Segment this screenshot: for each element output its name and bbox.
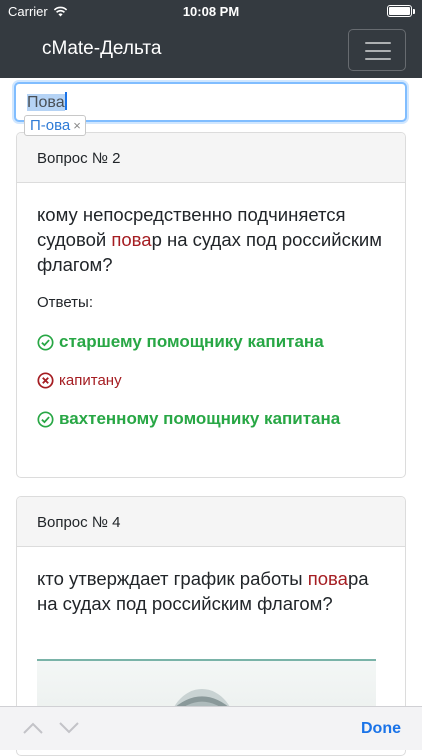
- search-suggestion-chip[interactable]: П-ова ×: [24, 115, 86, 136]
- question-text: кому непосредственно подчиняется судовой…: [37, 202, 385, 277]
- answer-text: старшему помощнику капитана: [59, 332, 324, 351]
- keyboard-accessory-bar: Done: [0, 706, 422, 750]
- search-text[interactable]: Пова: [27, 92, 67, 112]
- search-highlight: пова: [111, 229, 152, 250]
- chevron-up-icon[interactable]: [22, 719, 44, 737]
- status-bar: Carrier 10:08 PM: [0, 0, 422, 22]
- hamburger-icon-line: [365, 58, 391, 60]
- text-caret: [64, 92, 67, 110]
- question-card: Вопрос № 2 кому непосредственно подчиняе…: [16, 132, 406, 478]
- answers-label: Ответы:: [37, 294, 94, 311]
- question-number: Вопрос № 4: [17, 497, 405, 547]
- chip-label: П-ова: [30, 117, 71, 134]
- card-body: кто утверждает график работы повара на с…: [17, 547, 405, 616]
- menu-toggle-button[interactable]: [348, 29, 406, 71]
- battery-icon: [387, 5, 415, 17]
- navbar: cMate-Дельта: [0, 22, 422, 78]
- card-body: кому непосредственно подчиняется судовой…: [17, 183, 405, 429]
- check-circle-icon: [37, 333, 54, 351]
- done-button[interactable]: Done: [361, 720, 401, 738]
- answer-correct: старшему помощнику капитана: [37, 332, 385, 352]
- close-icon[interactable]: ×: [73, 118, 81, 133]
- answer-text: вахтенному помощнику капитана: [59, 409, 341, 428]
- question-text-part: кто утверждает график работы: [37, 568, 308, 589]
- question-number: Вопрос № 2: [17, 133, 405, 183]
- search-selected-text: Пова: [27, 94, 65, 111]
- hamburger-icon-line: [365, 50, 391, 52]
- search-highlight: пова: [307, 568, 348, 589]
- answer-correct: вахтенному помощнику капитана: [37, 409, 385, 429]
- check-circle-icon: [37, 410, 54, 428]
- chevron-down-icon[interactable]: [58, 719, 80, 737]
- app-brand[interactable]: cMate-Дельта: [42, 38, 161, 60]
- question-text: кто утверждает график работы повара на с…: [37, 566, 385, 616]
- clock: 10:08 PM: [182, 4, 240, 19]
- answer-wrong: капитану: [37, 372, 385, 389]
- hamburger-icon: [365, 42, 391, 44]
- x-circle-icon: [37, 372, 54, 389]
- answer-text: капитану: [59, 372, 122, 389]
